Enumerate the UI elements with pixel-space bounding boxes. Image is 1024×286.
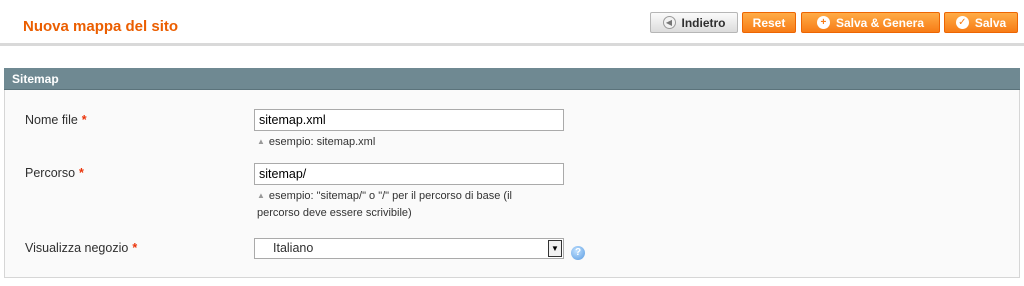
required-mark: * [132, 241, 138, 255]
store-view-selected: Italiano [273, 241, 314, 255]
up-triangle-icon: ▲ [257, 137, 265, 146]
check-circle-icon: ✓ [955, 16, 969, 29]
required-mark: * [81, 113, 87, 127]
filename-input[interactable] [254, 109, 564, 131]
fieldset-header: Sitemap [4, 68, 1020, 90]
save-and-generate-button[interactable]: + Salva & Genera [801, 12, 940, 33]
save-button-label: Salva [974, 15, 1007, 30]
circle-left-arrow-icon: ◀ [662, 16, 676, 29]
page-title: Nuova mappa del sito [23, 18, 179, 35]
help-icon[interactable]: ? [571, 246, 585, 260]
store-view-label: Visualizza negozio * [25, 241, 138, 255]
back-button-label: Indietro [681, 15, 726, 30]
required-mark: * [79, 166, 84, 180]
save-and-generate-label: Salva & Genera [835, 15, 925, 30]
up-triangle-icon: ▲ [257, 191, 265, 200]
header-divider [0, 43, 1024, 46]
dropdown-arrow-icon[interactable]: ▼ [548, 240, 562, 257]
filename-note: ▲ esempio: sitemap.xml [257, 136, 376, 148]
back-button[interactable]: ◀ Indietro [650, 12, 738, 33]
filename-label: Nome file * [25, 113, 87, 127]
reset-button-label: Reset [752, 15, 786, 30]
plus-circle-icon: + [816, 16, 830, 29]
store-view-select[interactable]: Italiano ▼ [254, 238, 564, 259]
path-input[interactable] [254, 163, 564, 185]
reset-button[interactable]: Reset [742, 12, 796, 33]
path-label: Percorso * [25, 166, 84, 180]
save-button[interactable]: ✓ Salva [944, 12, 1018, 33]
path-note: ▲ esempio: "sitemap/" o "/" per il percor… [257, 190, 512, 219]
